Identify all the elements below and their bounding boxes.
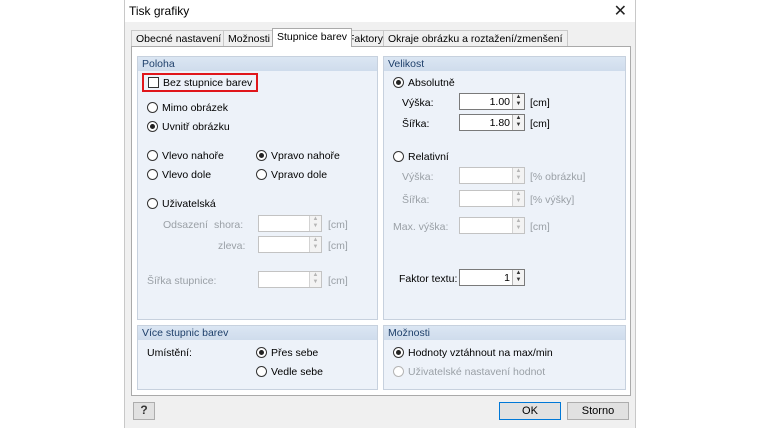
width-value: 1.80 [489, 117, 510, 129]
tab-panel: Poloha Bez stupnice barev Mimo obrázek U… [131, 46, 631, 396]
from-top-spinner[interactable]: ▲ ▼ [258, 215, 322, 232]
bottom-right-label: Vpravo dole [271, 169, 328, 181]
from-left-unit: [cm] [328, 240, 348, 252]
spinner-arrows-icon[interactable]: ▲ ▼ [512, 270, 524, 285]
scale-width-unit: [cm] [328, 275, 348, 287]
overlap-radio[interactable] [256, 347, 267, 358]
spinner-arrows-icon[interactable]: ▲ ▼ [512, 168, 524, 183]
title-bar: Tisk grafiky ✕ [125, 0, 635, 22]
rel-height-spinner[interactable]: ▲ ▼ [459, 167, 525, 184]
no-scale-checkbox[interactable] [148, 77, 159, 88]
bottom-left-label: Vlevo dole [162, 169, 212, 181]
text-factor-spinner[interactable]: 1 ▲ ▼ [459, 269, 525, 286]
height-unit: [cm] [530, 97, 550, 109]
from-left-spinner[interactable]: ▲ ▼ [258, 236, 322, 253]
absolute-radio[interactable] [393, 77, 404, 88]
top-right-radio[interactable] [256, 150, 267, 161]
spinner-arrows-icon[interactable]: ▲ ▼ [512, 115, 524, 130]
side-by-side-radio[interactable] [256, 366, 267, 377]
width-label: Šířka: [402, 118, 430, 130]
user-values-radio[interactable] [393, 366, 404, 377]
height-value: 1.00 [489, 96, 510, 108]
spinner-arrows-icon[interactable]: ▲ ▼ [309, 216, 321, 231]
window-title: Tisk grafiky [129, 4, 190, 18]
spinner-arrows-icon[interactable]: ▲ ▼ [512, 218, 524, 233]
help-icon[interactable]: ? [133, 402, 155, 420]
options-group: Možnosti Hodnoty vztáhnout na max/min Už… [383, 325, 626, 390]
width-unit: [cm] [530, 118, 550, 130]
text-factor-label: Faktor textu: [399, 273, 458, 285]
text-factor-value: 1 [504, 272, 510, 284]
stretch-label: Hodnoty vztáhnout na max/min [408, 347, 553, 359]
relative-label: Relativní [408, 151, 449, 163]
spinner-arrows-icon[interactable]: ▲ ▼ [309, 237, 321, 252]
stretch-radio[interactable] [393, 347, 404, 358]
cancel-button[interactable]: Storno [567, 402, 629, 420]
size-group-header: Velikost [384, 57, 625, 71]
multiple-scales-group: Více stupnic barev Umístění: Přes sebe V… [137, 325, 378, 390]
rel-width-label: Šířka: [402, 194, 430, 206]
overlap-label: Přes sebe [271, 347, 319, 359]
user-values-label: Uživatelské nastavení hodnot [408, 366, 546, 378]
from-left-label: zleva: [218, 240, 246, 252]
inside-label: Uvnitř obrázku [162, 121, 230, 133]
top-right-label: Vpravo nahoře [271, 150, 340, 162]
top-left-radio[interactable] [147, 150, 158, 161]
rel-width-unit: [% výšky] [530, 194, 575, 206]
tab-color-scale[interactable]: Stupnice barev [272, 28, 353, 47]
spinner-arrows-icon[interactable]: ▲ ▼ [309, 272, 321, 287]
bottom-left-radio[interactable] [147, 169, 158, 180]
scale-width-spinner[interactable]: ▲ ▼ [258, 271, 322, 288]
max-height-unit: [cm] [530, 221, 550, 233]
close-icon[interactable]: ✕ [614, 1, 627, 21]
width-spinner[interactable]: 1.80 ▲ ▼ [459, 114, 525, 131]
side-by-side-label: Vedle sebe [271, 366, 323, 378]
height-label: Výška: [402, 97, 434, 109]
multiple-scales-header: Více stupnic barev [138, 326, 377, 340]
scale-width-label: Šířka stupnice: [147, 275, 217, 287]
spinner-arrows-icon[interactable]: ▲ ▼ [512, 94, 524, 109]
max-height-label: Max. výška: [393, 221, 449, 233]
height-spinner[interactable]: 1.00 ▲ ▼ [459, 93, 525, 110]
tab-general[interactable]: Obecné nastavení [131, 30, 227, 46]
outside-label: Mimo obrázek [162, 102, 228, 114]
rel-height-unit: [% obrázku] [530, 171, 586, 183]
offset-label: Odsazení [163, 219, 208, 231]
no-scale-label: Bez stupnice barev [163, 77, 253, 89]
options-header: Možnosti [384, 326, 625, 340]
max-height-spinner[interactable]: ▲ ▼ [459, 217, 525, 234]
ok-button[interactable]: OK [499, 402, 561, 420]
outside-radio[interactable] [147, 102, 158, 113]
from-top-unit: [cm] [328, 219, 348, 231]
rel-width-spinner[interactable]: ▲ ▼ [459, 190, 525, 207]
relative-radio[interactable] [393, 151, 404, 162]
top-left-label: Vlevo nahoře [162, 150, 224, 162]
absolute-label: Absolutně [408, 77, 455, 89]
rel-height-label: Výška: [402, 171, 434, 183]
bottom-right-radio[interactable] [256, 169, 267, 180]
tab-options[interactable]: Možnosti [223, 30, 276, 46]
inside-radio[interactable] [147, 121, 158, 132]
user-label: Uživatelská [162, 198, 216, 210]
spinner-arrows-icon[interactable]: ▲ ▼ [512, 191, 524, 206]
user-radio[interactable] [147, 198, 158, 209]
size-group: Velikost Absolutně Výška: 1.00 ▲ ▼ [cm] Š… [383, 56, 626, 320]
from-top-label: shora: [214, 219, 244, 231]
tab-margins[interactable]: Okraje obrázku a roztažení/zmenšení [383, 30, 568, 46]
placement-label: Umístění: [147, 347, 192, 359]
position-group: Poloha Bez stupnice barev Mimo obrázek U… [137, 56, 378, 320]
print-graphics-dialog: Tisk grafiky ✕ Obecné nastavení Možnosti… [124, 0, 636, 428]
position-group-header: Poloha [138, 57, 377, 71]
